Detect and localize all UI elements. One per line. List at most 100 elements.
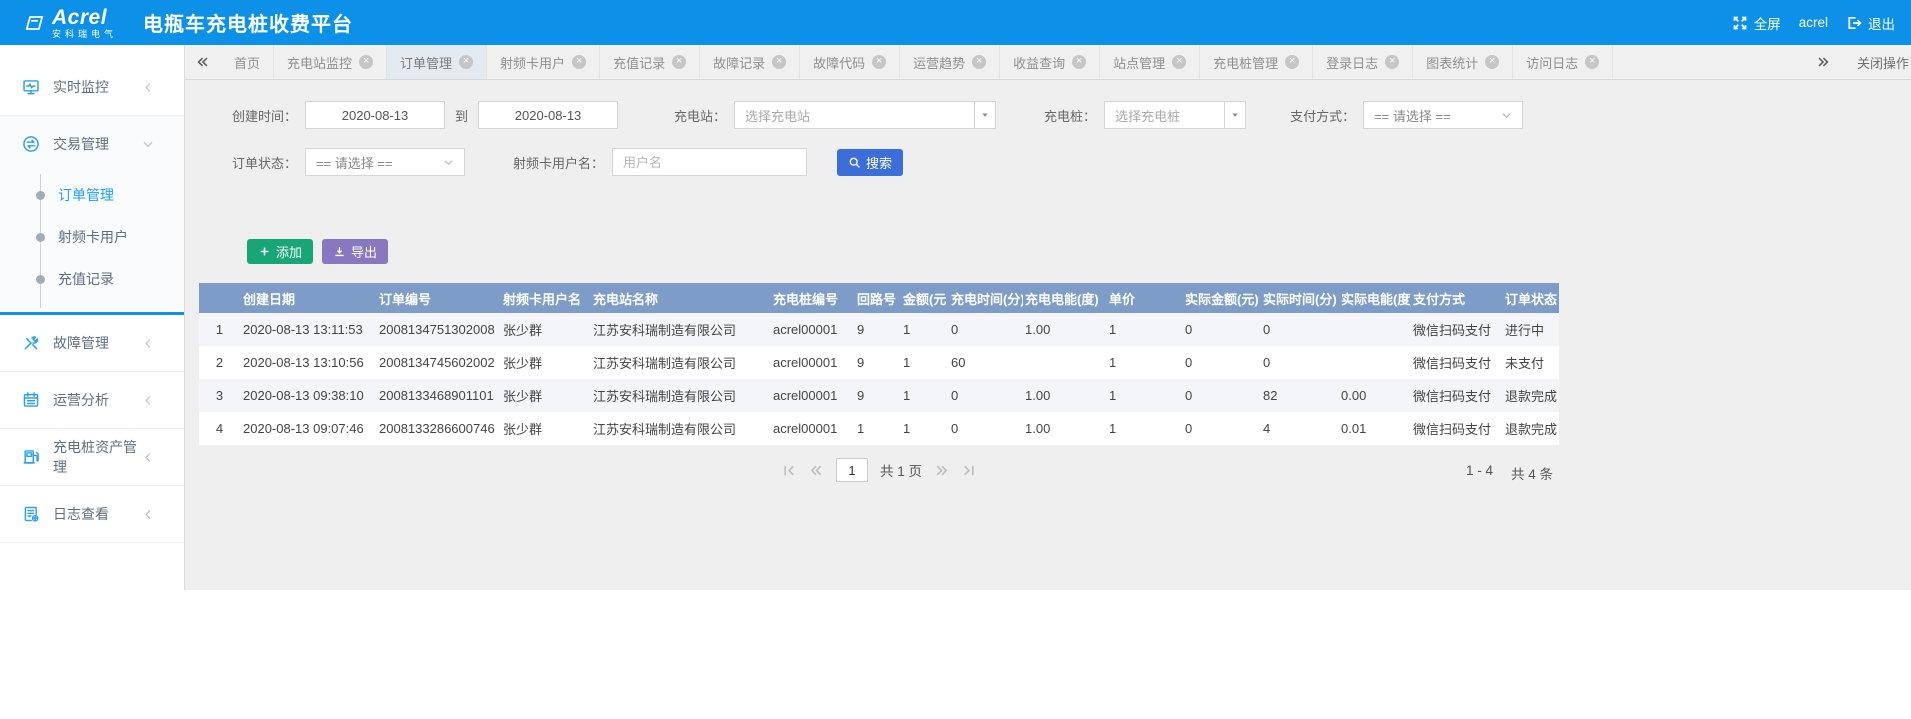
tab-11[interactable]: 登录日志 × bbox=[1313, 45, 1413, 79]
order-status-select[interactable]: == 请选择 == bbox=[305, 148, 465, 176]
table-cell: 张少群 bbox=[501, 346, 591, 379]
table-cell: 1 bbox=[901, 346, 949, 379]
tab-label: 图表统计 bbox=[1426, 53, 1478, 72]
filter-row-1: 创建时间： 到 充电站： 选择充电站 充电桩： bbox=[232, 100, 1911, 130]
sidebar-subitem-1-1[interactable]: 射频卡用户 bbox=[0, 216, 184, 258]
tab-9[interactable]: 站点管理× bbox=[1100, 45, 1200, 79]
tab-close-icon[interactable]: × bbox=[872, 55, 886, 69]
calendar-icon bbox=[22, 391, 40, 409]
tab-0[interactable]: 首页 bbox=[221, 45, 274, 79]
tab-label: 充电站监控 bbox=[287, 53, 352, 72]
chevron-left-icon bbox=[139, 394, 157, 407]
tab-close-icon[interactable]: × bbox=[672, 55, 686, 69]
tabs-scroll-right-button[interactable] bbox=[1805, 55, 1841, 69]
next-page-button[interactable] bbox=[934, 463, 949, 478]
prev-page-button[interactable] bbox=[809, 463, 824, 478]
tab-8[interactable]: 收益查询× bbox=[1000, 45, 1100, 79]
tab-close-icon[interactable]: × bbox=[772, 55, 786, 69]
export-button[interactable]: 导出 bbox=[322, 239, 388, 264]
first-page-button[interactable] bbox=[782, 463, 797, 478]
table-cell: 张少群 bbox=[501, 412, 591, 445]
chevron-down-icon bbox=[442, 156, 455, 169]
tab-6[interactable]: 故障代码 × bbox=[800, 45, 900, 79]
sidebar-item-1[interactable]: 交易管理 bbox=[0, 116, 184, 172]
table-cell: 进行中 bbox=[1503, 313, 1559, 346]
username-link[interactable]: acrel bbox=[1799, 15, 1828, 30]
table-cell: acrel00001 bbox=[771, 346, 855, 379]
column-header-4: 充电站名称 bbox=[591, 283, 771, 313]
sidebar-subitem-label: 射频卡用户 bbox=[58, 227, 128, 247]
station-combobox[interactable]: 选择充电站 bbox=[734, 101, 996, 129]
tab-12[interactable]: 图表统计 × bbox=[1413, 45, 1513, 79]
table-cell: 2008133286600746 bbox=[377, 412, 501, 445]
table-cell: 2008134745602002 bbox=[377, 346, 501, 379]
tab-7[interactable]: 运营趋势× bbox=[900, 45, 1000, 79]
record-total-label: 共 4 条 bbox=[1511, 463, 1553, 483]
table-cell: 0 bbox=[949, 313, 1023, 346]
tabs-scroll-left-button[interactable] bbox=[185, 45, 221, 79]
date-from-input[interactable] bbox=[305, 101, 445, 129]
tab-1[interactable]: 充电站监控 × bbox=[274, 45, 387, 79]
pile-combobox[interactable]: 选择充电桩 bbox=[1104, 101, 1246, 129]
pay-method-select[interactable]: == 请选择 == bbox=[1363, 101, 1523, 129]
tab-close-icon[interactable]: × bbox=[1485, 55, 1499, 69]
table-row-3[interactable]: 42020-08-13 09:07:462008133286600746张少群江… bbox=[199, 412, 1559, 445]
tab-close-icon[interactable]: × bbox=[459, 55, 473, 69]
date-to-input[interactable] bbox=[478, 101, 618, 129]
tab-label: 登录日志 bbox=[1326, 53, 1378, 72]
search-button[interactable]: 搜索 bbox=[837, 149, 903, 176]
table-cell: 0 bbox=[949, 412, 1023, 445]
close-actions-menu[interactable]: 关闭操作 bbox=[1841, 53, 1911, 72]
page-title: 电瓶车充电桩收费平台 bbox=[143, 8, 353, 37]
sidebar-item-3[interactable]: 运营分析 bbox=[0, 372, 184, 428]
table-row-0[interactable]: 12020-08-13 13:11:532008134751302008张少群江… bbox=[199, 313, 1559, 346]
sidebar-subitem-1-0[interactable]: 订单管理 bbox=[0, 174, 184, 216]
station-dropdown-button[interactable] bbox=[974, 101, 996, 129]
table-cell: 0 bbox=[1183, 379, 1261, 412]
tab-close-icon[interactable]: × bbox=[1285, 55, 1299, 69]
date-to-separator-label: 到 bbox=[455, 106, 468, 125]
table-row-1[interactable]: 22020-08-13 13:10:562008134745602002张少群江… bbox=[199, 346, 1559, 379]
tab-2[interactable]: 订单管理× bbox=[387, 45, 487, 79]
tab-5[interactable]: 故障记录× bbox=[700, 45, 800, 79]
exchange-icon bbox=[22, 135, 40, 153]
sidebar-subitem-1-2[interactable]: 充值记录 bbox=[0, 258, 184, 300]
tab-13[interactable]: 访问日志× bbox=[1513, 45, 1613, 79]
tab-4[interactable]: 充值记录× bbox=[600, 45, 700, 79]
page-number-input[interactable] bbox=[836, 458, 868, 482]
tab-label: 故障代码 bbox=[813, 53, 865, 72]
add-button[interactable]: 添加 bbox=[247, 239, 313, 264]
sidebar-item-2[interactable]: 故障管理 bbox=[0, 315, 184, 371]
sidebar-menu: 实时监控交易管理订单管理射频卡用户充值记录故障管理运营分析充电桩资产管理日志查看 bbox=[0, 45, 185, 590]
sidebar-item-5[interactable]: 日志查看 bbox=[0, 486, 184, 542]
pile-dropdown-button[interactable] bbox=[1224, 101, 1246, 129]
tab-close-icon[interactable]: × bbox=[572, 55, 586, 69]
table-row-2[interactable]: 32020-08-13 09:38:102008133468901101张少群江… bbox=[199, 379, 1559, 412]
tab-3[interactable]: 射频卡用户× bbox=[487, 45, 600, 79]
app-window: Acrel 安科瑞电气 电瓶车充电桩收费平台 全屏 acrel 退出 实时监控交… bbox=[0, 0, 1911, 719]
tab-close-icon[interactable]: × bbox=[1585, 55, 1599, 69]
table-cell: 0 bbox=[1183, 313, 1261, 346]
fullscreen-button[interactable]: 全屏 bbox=[1732, 13, 1781, 33]
column-header-11: 实际金额(元) bbox=[1183, 283, 1261, 313]
tab-close-icon[interactable]: × bbox=[1385, 55, 1399, 69]
record-count: 1 - 4 共 4 条 bbox=[1466, 463, 1553, 483]
sidebar-group-4: 充电桩资产管理 bbox=[0, 429, 184, 486]
sidebar-item-0[interactable]: 实时监控 bbox=[0, 59, 184, 115]
table-cell: 4 bbox=[1261, 412, 1339, 445]
tab-close-icon[interactable]: × bbox=[1172, 55, 1186, 69]
acrel-logo: Acrel 安科瑞电气 bbox=[24, 7, 117, 39]
order-status-label: 订单状态： bbox=[232, 153, 297, 172]
tab-close-icon[interactable]: × bbox=[1072, 55, 1086, 69]
sidebar-item-4[interactable]: 充电桩资产管理 bbox=[0, 429, 184, 485]
tab-close-icon[interactable]: × bbox=[972, 55, 986, 69]
tab-close-icon[interactable]: × bbox=[359, 55, 373, 69]
table-cell: 0.00 bbox=[1339, 379, 1411, 412]
rfid-username-input[interactable] bbox=[612, 148, 807, 176]
column-header-6: 回路号 bbox=[855, 283, 901, 313]
tab-10[interactable]: 充电桩管理× bbox=[1200, 45, 1313, 79]
last-page-button[interactable] bbox=[961, 463, 976, 478]
logout-button[interactable]: 退出 bbox=[1846, 13, 1895, 33]
caret-down-icon bbox=[1229, 109, 1241, 121]
table-cell: 1 bbox=[1107, 379, 1183, 412]
